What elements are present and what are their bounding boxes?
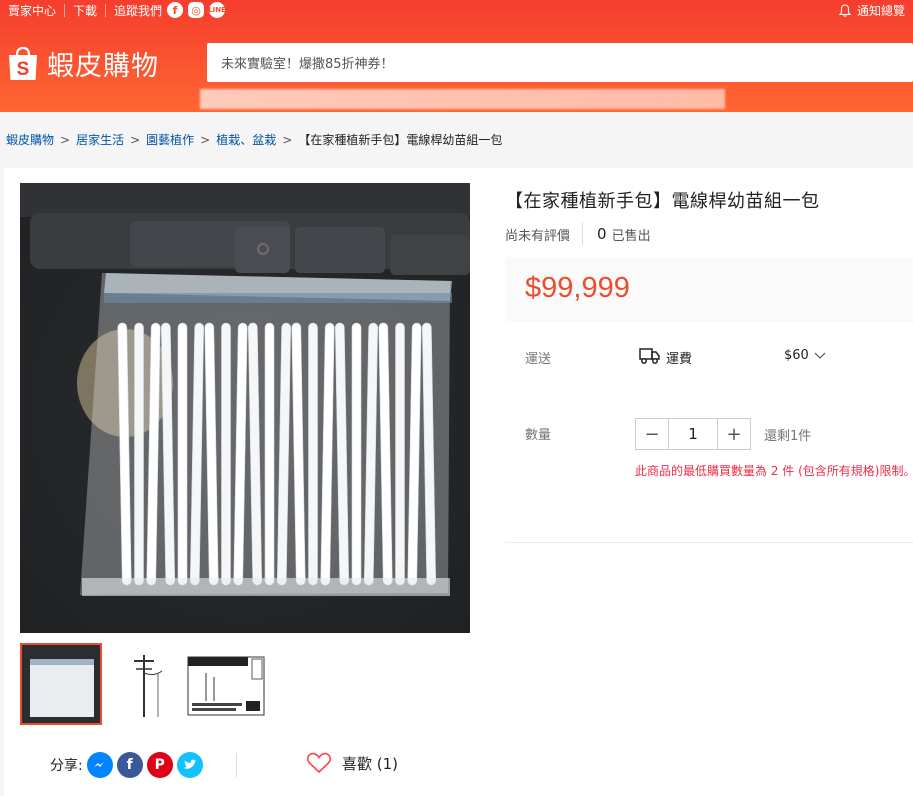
package-label-icon: [184, 643, 266, 725]
increase-button[interactable]: +: [718, 419, 750, 449]
divider: [105, 3, 107, 17]
chevron-down-icon: [814, 352, 826, 359]
bell-icon: [838, 3, 851, 17]
quantity-label: 數量: [525, 428, 552, 443]
thumbnail-strip: [20, 643, 266, 725]
breadcrumb-current: 【在家種植新手包】電線桿幼苗組一包: [298, 133, 503, 147]
breadcrumb-item[interactable]: 居家生活: [76, 131, 124, 148]
min-purchase-warning: 此商品的最低購買數量為 2 件 (包含所有規格)限制。: [635, 464, 913, 478]
search-placeholder: 未來實驗室！爆撒85折神券！: [221, 57, 394, 72]
divider: [505, 542, 913, 543]
seller-center-link[interactable]: 賣家中心: [8, 2, 56, 19]
price-section: $99,999: [505, 257, 913, 323]
divider: [582, 223, 584, 245]
instagram-icon[interactable]: ◎: [188, 2, 205, 18]
product-price: $99,999: [525, 272, 630, 304]
messenger-icon[interactable]: [86, 752, 113, 778]
quantity-stepper: − 1 +: [635, 418, 751, 450]
header: 賣家中心 下載 追蹤我們 f ◎ LINE 通知總覽 S 蝦皮購物 未來實驗室！…: [0, 0, 913, 112]
chevron-right-icon: >: [130, 132, 141, 147]
like-label: 喜歡 (1): [342, 754, 399, 773]
divider: [236, 753, 237, 777]
product-title: 【在家種植新手包】電線桿幼苗組一包: [505, 191, 820, 212]
shipping-method: 運費: [666, 352, 693, 367]
thumbnail-3[interactable]: [184, 643, 266, 725]
rating-row: 尚未有評價 0 已售出: [505, 223, 651, 245]
decrease-button[interactable]: −: [636, 419, 668, 449]
follow-us-label: 追蹤我們: [114, 3, 163, 18]
product-photo: [20, 183, 470, 633]
thumbnail-2[interactable]: [102, 643, 184, 725]
facebook-icon[interactable]: f: [167, 2, 184, 18]
shopee-logo[interactable]: S 蝦皮購物: [7, 44, 159, 83]
twitter-icon[interactable]: [176, 752, 203, 778]
line-icon[interactable]: LINE: [208, 2, 226, 18]
download-link[interactable]: 下載: [73, 2, 97, 19]
breadcrumb: 蝦皮購物 > 居家生活 > 園藝植作 > 植栽、盆栽 > 【在家種植新手包】電線…: [6, 131, 502, 148]
sold-label: 已售出: [611, 228, 651, 244]
quantity-input[interactable]: 1: [668, 419, 718, 449]
like-button[interactable]: 喜歡 (1): [306, 752, 398, 774]
thumbnail-photo: [22, 645, 100, 723]
divider: [64, 3, 66, 17]
heart-icon: [306, 752, 332, 774]
breadcrumb-item[interactable]: 蝦皮購物: [6, 131, 54, 148]
chevron-right-icon: >: [60, 132, 71, 147]
truck-icon: [639, 348, 660, 364]
shipping-fee: $60: [784, 348, 809, 363]
shipping-label: 運送: [525, 352, 552, 367]
search-input[interactable]: 未來實驗室！爆撒85折神券！: [207, 43, 913, 82]
share-row: 分享: f P: [50, 752, 203, 778]
breadcrumb-item[interactable]: 園藝植作: [146, 131, 194, 148]
logo-text: 蝦皮購物: [47, 51, 159, 82]
breadcrumb-item[interactable]: 植栽、盆栽: [216, 131, 276, 148]
facebook-icon[interactable]: f: [116, 752, 143, 778]
shipping-fee-dropdown[interactable]: $60: [784, 348, 826, 363]
chevron-right-icon: >: [200, 132, 211, 147]
pinterest-icon[interactable]: P: [146, 752, 173, 778]
product-main-image[interactable]: [20, 183, 470, 633]
share-label: 分享:: [50, 758, 83, 774]
no-rating-text[interactable]: 尚未有評價: [505, 225, 570, 244]
logo-letter: S: [17, 59, 30, 80]
stock-remaining: 還剩1件: [764, 429, 812, 444]
thumbnail-1[interactable]: [20, 643, 102, 725]
notifications-link[interactable]: 通知總覽: [838, 0, 905, 20]
top-links: 賣家中心 下載 追蹤我們 f ◎ LINE: [8, 0, 226, 20]
sold-count: 0: [597, 225, 607, 243]
chevron-right-icon: >: [282, 132, 293, 147]
notifications-label: 通知總覽: [856, 3, 905, 18]
shopping-bag-icon: S: [9, 46, 37, 80]
utility-pole-icon: [102, 643, 184, 725]
search-suggestions-blurred: [200, 89, 725, 109]
